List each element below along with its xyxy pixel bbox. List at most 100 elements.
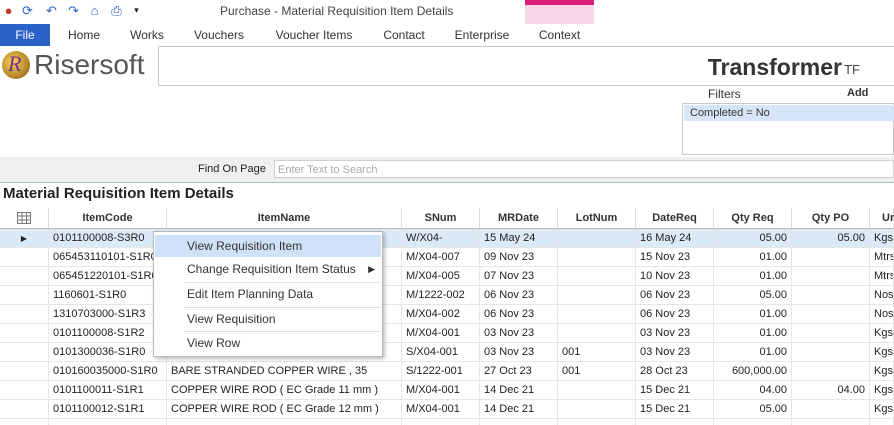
find-input[interactable]: Enter Text to Search — [274, 160, 894, 178]
print-icon[interactable]: ⎙ — [109, 3, 124, 18]
col-header-mrdate[interactable]: MRDate — [480, 208, 558, 229]
cell-datereq[interactable]: 15 Nov 23 — [636, 248, 714, 267]
cell-snum[interactable]: M/X04-002 — [402, 305, 480, 324]
table-row[interactable]: 0101300036-S1R0 S/X04-001 03 Nov 23 001 03 N… — [0, 343, 894, 362]
cell-mrdate[interactable]: 06 Nov 23 — [480, 305, 558, 324]
cell-itemcode[interactable]: 0101300036-S1R0 — [49, 343, 167, 362]
table-row[interactable]: 065451220101-S1R0 M/X04-005 07 Nov 23 10 No… — [0, 267, 894, 286]
cell-unit[interactable] — [870, 419, 894, 425]
refresh-icon[interactable]: ⟳ — [20, 3, 35, 18]
cell-unit[interactable]: Kgs — [870, 343, 894, 362]
cell-datereq[interactable]: 28 Oct 23 — [636, 362, 714, 381]
cell-qty-req[interactable]: 05.00 — [714, 286, 792, 305]
add-filter-button[interactable]: Add — [847, 87, 868, 99]
tab-file[interactable]: File — [0, 24, 50, 46]
tab-voucher-items[interactable]: Voucher Items — [268, 24, 360, 46]
app-icon[interactable]: ● — [1, 3, 16, 18]
cell-qty-req[interactable]: 01.00 — [714, 305, 792, 324]
tab-contact[interactable]: Contact — [376, 24, 432, 46]
tab-home[interactable]: Home — [60, 24, 108, 46]
col-header-qty-po[interactable]: Qty PO — [792, 208, 870, 229]
cell-itemname[interactable] — [167, 419, 402, 425]
cell-datereq[interactable]: 10 Nov 23 — [636, 267, 714, 286]
tab-vouchers[interactable]: Vouchers — [187, 24, 251, 46]
cell-mrdate[interactable] — [480, 419, 558, 425]
cell-lotnum[interactable] — [558, 305, 636, 324]
row-selector[interactable] — [0, 400, 49, 419]
cell-mrdate[interactable]: 14 Dec 21 — [480, 400, 558, 419]
cell-datereq[interactable]: 03 Nov 23 — [636, 324, 714, 343]
col-header-qty-req[interactable]: Qty Req — [714, 208, 792, 229]
tab-enterprise[interactable]: Enterprise — [446, 24, 518, 46]
cell-lotnum[interactable] — [558, 381, 636, 400]
cell-datereq[interactable] — [636, 419, 714, 425]
cell-datereq[interactable]: 15 Dec 21 — [636, 381, 714, 400]
cell-itemcode[interactable]: 0101100008-S1R2 — [49, 324, 167, 343]
cell-datereq[interactable]: 06 Nov 23 — [636, 305, 714, 324]
table-row[interactable]: 010160035000-S1R0 BARE STRANDED COPPER WI… — [0, 362, 894, 381]
cell-itemname[interactable]: COPPER WIRE ROD ( EC Grade 12 mm ) — [167, 400, 402, 419]
table-row[interactable]: ▶ 0101100008-S3R0 W/X04- 15 May 24 16 May 24… — [0, 229, 894, 248]
menu-item-edit-planning[interactable]: Edit Item Planning Data — [155, 283, 381, 305]
row-selector[interactable]: ▶ — [0, 229, 49, 248]
cell-lotnum[interactable] — [558, 324, 636, 343]
col-header-datereq[interactable]: DateReq — [636, 208, 714, 229]
cell-mrdate[interactable]: 03 Nov 23 — [480, 324, 558, 343]
cell-snum[interactable]: M/X04-001 — [402, 381, 480, 400]
cell-snum[interactable]: M/X04-007 — [402, 248, 480, 267]
col-header-itemname[interactable]: ItemName — [167, 208, 402, 229]
row-selector[interactable] — [0, 419, 49, 425]
row-selector[interactable] — [0, 267, 49, 286]
cell-itemcode[interactable] — [49, 419, 167, 425]
cell-mrdate[interactable]: 03 Nov 23 — [480, 343, 558, 362]
cell-qty-po[interactable] — [792, 362, 870, 381]
table-row[interactable]: 0101100012-S1R1 COPPER WIRE ROD ( EC Grad… — [0, 400, 894, 419]
cell-lotnum[interactable]: 001 — [558, 362, 636, 381]
cell-qty-req[interactable]: 05.00 — [714, 229, 792, 248]
redo-icon[interactable]: ↷ — [66, 3, 81, 18]
cell-itemcode[interactable]: 0101100008-S3R0 — [49, 229, 167, 248]
cell-lotnum[interactable] — [558, 400, 636, 419]
cell-qty-po[interactable] — [792, 267, 870, 286]
cell-qty-req[interactable] — [714, 419, 792, 425]
col-header-itemcode[interactable]: ItemCode — [49, 208, 167, 229]
dropdown-arrow-icon[interactable]: ▾ — [129, 3, 144, 18]
table-row[interactable]: 065453110101-S1R0 M/X04-007 09 Nov 23 15 No… — [0, 248, 894, 267]
cell-lotnum[interactable] — [558, 419, 636, 425]
cell-lotnum[interactable] — [558, 229, 636, 248]
cell-itemcode[interactable]: 0101100011-S1R1 — [49, 381, 167, 400]
menu-item-view-requisition[interactable]: View Requisition — [155, 308, 381, 330]
cell-qty-po[interactable] — [792, 324, 870, 343]
tab-works[interactable]: Works — [122, 24, 172, 46]
filter-item[interactable]: Completed = No — [684, 105, 894, 121]
row-selector[interactable] — [0, 324, 49, 343]
cell-itemcode[interactable]: 0101100012-S1R1 — [49, 400, 167, 419]
cell-unit[interactable]: Kgs — [870, 324, 894, 343]
grid-options-header[interactable] — [0, 208, 49, 229]
home-icon[interactable]: ⌂ — [87, 3, 102, 18]
cell-qty-req[interactable]: 01.00 — [714, 324, 792, 343]
cell-mrdate[interactable]: 07 Nov 23 — [480, 267, 558, 286]
menu-item-change-status[interactable]: Change Requisition Item Status ▶ — [155, 258, 381, 280]
cell-lotnum[interactable] — [558, 248, 636, 267]
cell-itemname[interactable]: COPPER WIRE ROD ( EC Grade 11 mm ) — [167, 381, 402, 400]
row-selector[interactable] — [0, 248, 49, 267]
cell-qty-po[interactable] — [792, 305, 870, 324]
cell-itemcode[interactable]: 065451220101-S1R0 — [49, 267, 167, 286]
cell-unit[interactable]: Nos — [870, 286, 894, 305]
cell-lotnum[interactable] — [558, 286, 636, 305]
table-row[interactable]: 1160601-S1R0 M/1222-002 06 Nov 23 06 Nov 23… — [0, 286, 894, 305]
cell-snum[interactable]: M/X04-001 — [402, 324, 480, 343]
cell-itemname[interactable]: BARE STRANDED COPPER WIRE , 35 — [167, 362, 402, 381]
cell-unit[interactable]: Mtrs — [870, 248, 894, 267]
cell-snum[interactable]: S/1222-001 — [402, 362, 480, 381]
cell-snum[interactable]: M/X04-005 — [402, 267, 480, 286]
cell-qty-po[interactable] — [792, 343, 870, 362]
cell-unit[interactable]: Kgs — [870, 400, 894, 419]
cell-unit[interactable]: Mtrs — [870, 267, 894, 286]
col-header-lotnum[interactable]: LotNum — [558, 208, 636, 229]
cell-qty-req[interactable]: 04.00 — [714, 381, 792, 400]
cell-qty-req[interactable]: 05.00 — [714, 400, 792, 419]
cell-qty-po[interactable] — [792, 400, 870, 419]
cell-lotnum[interactable]: 001 — [558, 343, 636, 362]
